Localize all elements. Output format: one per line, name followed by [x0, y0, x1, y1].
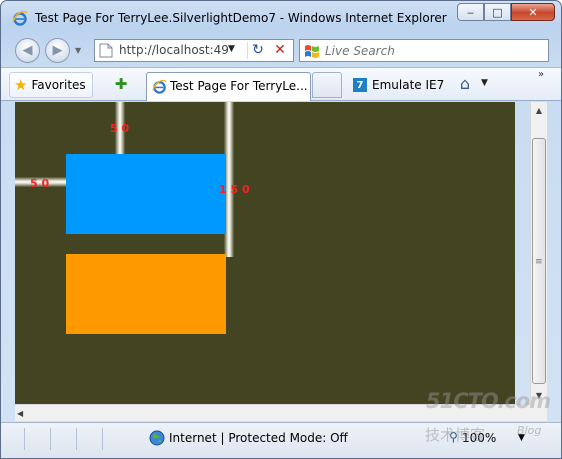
- top-margin-label: 5 0: [110, 122, 130, 135]
- blue-rectangle: [66, 154, 226, 234]
- status-divider: [101, 428, 103, 450]
- favorites-label: Favorites: [31, 78, 86, 92]
- watermark-blog: Blog: [517, 424, 542, 437]
- emulate-ie7-icon: 7: [353, 78, 367, 92]
- tab-label: Test Page For TerryLe...: [170, 79, 308, 93]
- home-icon[interactable]: ⌂: [455, 74, 475, 94]
- page-icon: [99, 43, 113, 58]
- recent-pages-dropdown-icon[interactable]: ▼: [75, 46, 81, 55]
- left-margin-label: 5 0: [30, 177, 50, 190]
- navigation-bar: ◀ ▶ ▼ http://localhost:49 ▼ ↻ ✕: [1, 35, 561, 65]
- search-input[interactable]: [325, 41, 540, 60]
- favorites-bar: ★ Favorites ✚ Test Page For TerryLe... 7…: [1, 67, 561, 101]
- back-arrow-icon: ◀: [22, 43, 33, 58]
- new-tab-button[interactable]: [312, 72, 342, 98]
- address-dropdown-icon[interactable]: ▼: [228, 44, 235, 54]
- status-divider: [49, 428, 51, 450]
- ie-logo-icon: [12, 10, 28, 26]
- back-button[interactable]: ◀: [15, 38, 40, 63]
- ie-tab-icon: [152, 79, 167, 94]
- status-divider: [75, 428, 77, 450]
- maximize-button[interactable]: □: [484, 3, 511, 21]
- watermark-chinese: 技术博客: [425, 426, 486, 444]
- emulate-ie7-label: Emulate IE7: [372, 78, 445, 92]
- vertical-scrollbar[interactable]: ▲ ≡ ▼: [530, 102, 547, 404]
- live-search-icon: [305, 45, 319, 58]
- emulate-ie7-button[interactable]: 7 Emulate IE7: [353, 75, 444, 95]
- orange-rectangle: [66, 254, 226, 334]
- tab-test-page[interactable]: Test Page For TerryLe...: [146, 72, 311, 101]
- forward-button[interactable]: ▶: [45, 38, 70, 63]
- favorites-button[interactable]: ★ Favorites: [9, 72, 93, 98]
- scroll-left-icon[interactable]: ◀: [17, 405, 23, 422]
- globe-icon: [149, 430, 165, 446]
- width-label: 1 5 0: [219, 183, 250, 196]
- scroll-grip-icon: ≡: [535, 257, 543, 267]
- forward-arrow-icon: ▶: [52, 43, 63, 58]
- address-bar[interactable]: http://localhost:49 ▼ ↻ ✕: [94, 39, 294, 62]
- watermark-site: 51CTO.com: [426, 389, 551, 413]
- more-tools-icon[interactable]: »: [538, 69, 544, 80]
- security-zone-text[interactable]: Internet | Protected Mode: Off: [169, 431, 348, 445]
- window-title: Test Page For TerryLee.SilverlightDemo7 …: [35, 11, 447, 25]
- status-divider: [23, 428, 25, 450]
- scroll-up-icon[interactable]: ▲: [531, 102, 547, 119]
- star-icon: ★: [14, 76, 28, 94]
- stop-button[interactable]: ✕: [270, 42, 290, 59]
- refresh-button[interactable]: ↻: [247, 42, 268, 59]
- title-bar: Test Page For TerryLee.SilverlightDemo7 …: [1, 1, 561, 35]
- search-box[interactable]: [299, 39, 549, 62]
- home-dropdown-icon[interactable]: ▼: [481, 78, 488, 88]
- caption-buttons: ‒ □ ✕: [457, 3, 555, 22]
- add-favorite-icon[interactable]: ✚: [112, 75, 130, 93]
- close-button[interactable]: ✕: [511, 3, 555, 21]
- minimize-button[interactable]: ‒: [457, 3, 484, 21]
- silverlight-content: 5 0 5 0 1 5 0: [15, 102, 515, 404]
